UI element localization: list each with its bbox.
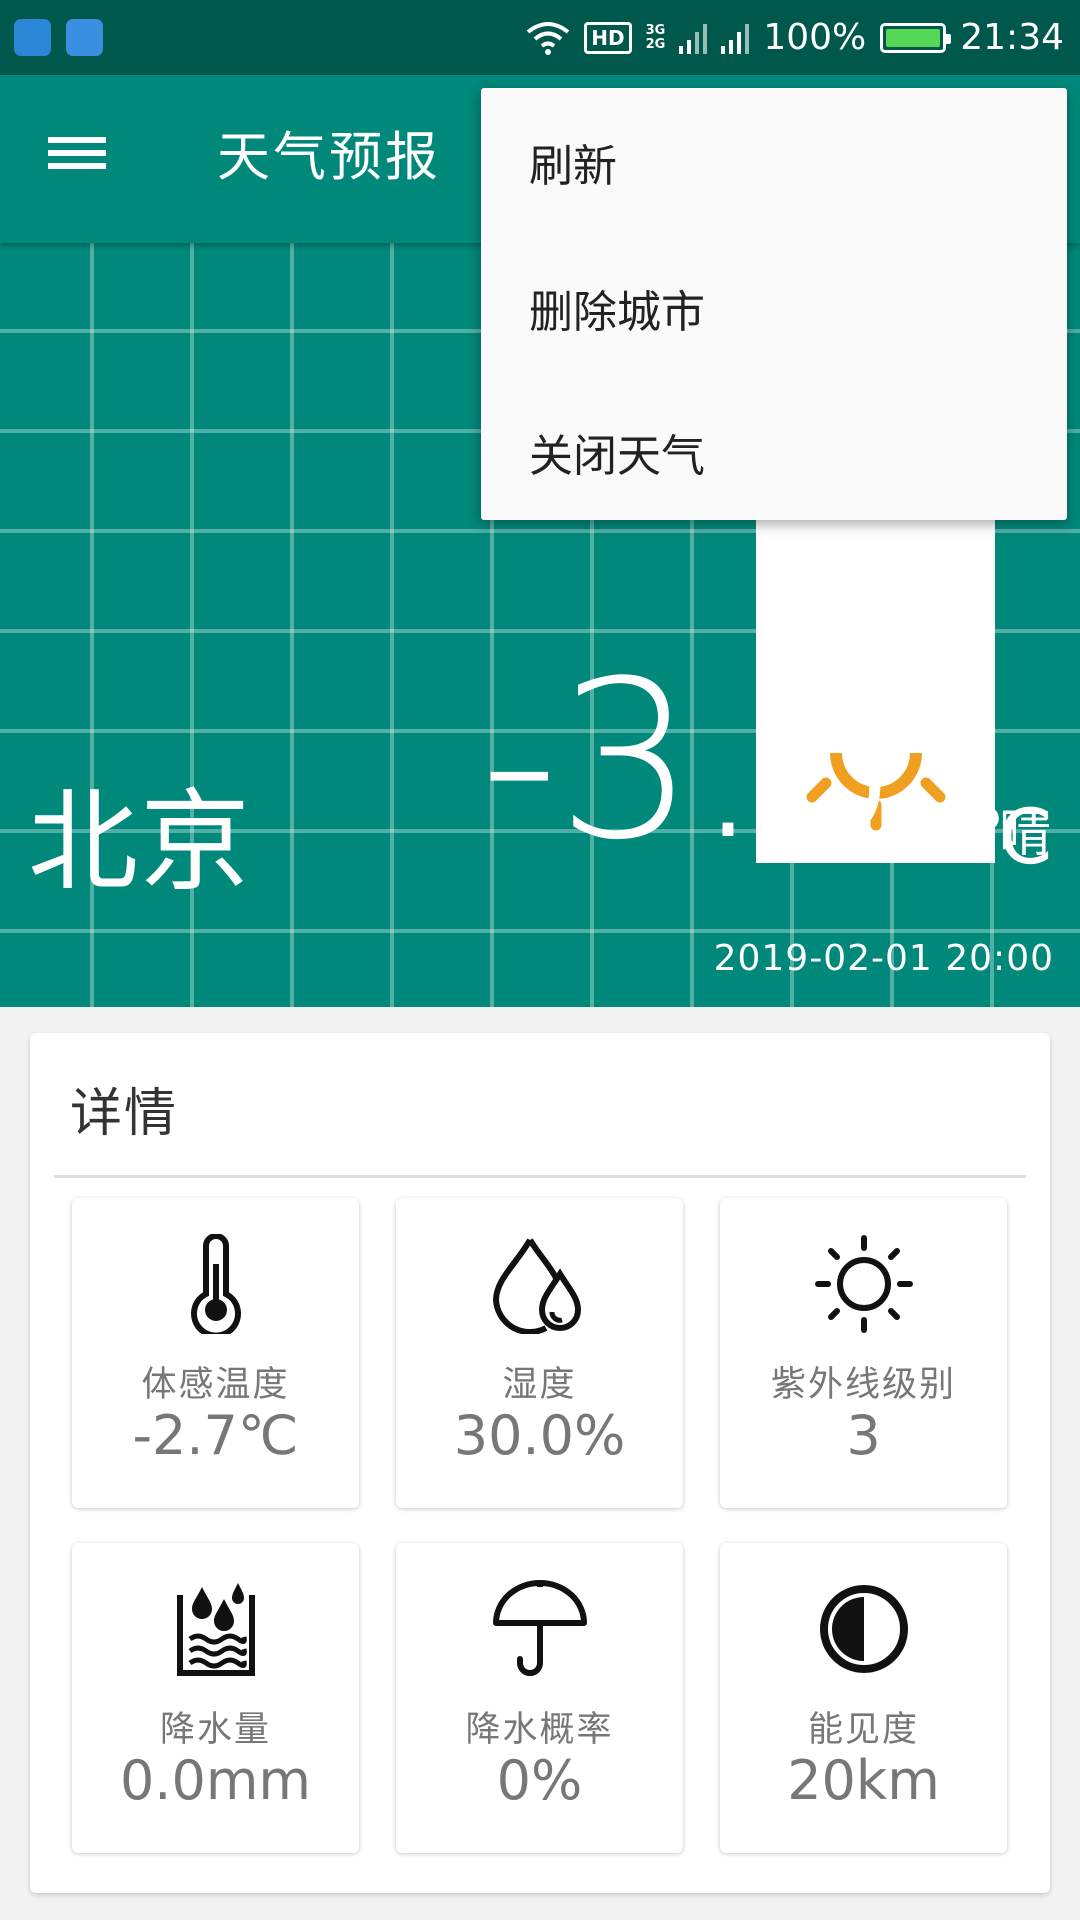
wifi-icon [527,21,570,55]
net-3g-label: 3G [645,22,666,38]
detail-tile-visibility[interactable]: 能见度 20km [720,1543,1007,1853]
detail-value: 30.0% [453,1404,626,1467]
temperature-unit: ℃ [968,792,1054,881]
app-notification-icon [14,19,51,56]
network-type: 3G 2G [645,22,666,52]
details-card: 详情 体感温度 -2.7℃ 湿度 30.0% 紫外线级别 3 降水量 0.0mm… [30,1033,1050,1893]
detail-tile-humidity[interactable]: 湿度 30.0% [396,1198,683,1508]
menu-icon[interactable] [48,130,114,190]
hd-indicator: HD [584,21,632,54]
city-name: 北京 [28,778,252,906]
detail-value: 3 [846,1404,881,1467]
rain-gauge-icon [176,1583,255,1676]
menu-item-delete-city[interactable]: 删除城市 [481,236,1067,380]
net-2g-label: 2G [645,36,666,52]
overflow-menu: 刷新 删除城市 关闭天气 [481,88,1067,520]
detail-tile-precipitation[interactable]: 降水量 0.0mm [72,1543,359,1853]
signal-icon [721,23,750,54]
detail-tile-feels-like[interactable]: 体感温度 -2.7℃ [72,1198,359,1508]
app-notification-icon [66,19,103,56]
menu-item-close-weather[interactable]: 关闭天气 [481,380,1067,524]
detail-value: 20km [787,1749,940,1812]
current-temperature: -3.6 [480,635,899,888]
detail-value: 0% [496,1749,583,1812]
detail-label: 湿度 [502,1365,577,1405]
clock: 21:34 [960,17,1064,58]
detail-label: 能见度 [807,1710,919,1750]
update-time: 2019-02-01 20:00 [713,938,1054,979]
umbrella-icon [492,1580,587,1676]
detail-tile-precip-probability[interactable]: 降水概率 0% [396,1543,683,1853]
detail-label: 紫外线级别 [770,1365,956,1405]
detail-tile-uv-index[interactable]: 紫外线级别 3 [720,1198,1007,1508]
battery-percent: 100% [763,17,867,58]
detail-value: -2.7℃ [132,1404,299,1467]
detail-value: 0.0mm [119,1749,312,1812]
water-drops-icon [492,1238,581,1334]
page-title: 天气预报 [217,127,441,188]
detail-label: 降水量 [159,1710,271,1750]
divider [54,1175,1026,1178]
detail-label: 降水概率 [465,1710,614,1750]
status-bar: HD 3G 2G 100% 21:34 [0,0,1080,75]
details-title: 详情 [70,1084,179,1144]
battery-icon [880,22,952,53]
menu-item-refresh[interactable]: 刷新 [481,88,1067,236]
detail-label: 体感温度 [141,1365,290,1405]
sun-icon [814,1235,913,1333]
thermometer-icon [190,1234,241,1334]
signal-icon [679,23,708,54]
contrast-icon [819,1585,908,1673]
